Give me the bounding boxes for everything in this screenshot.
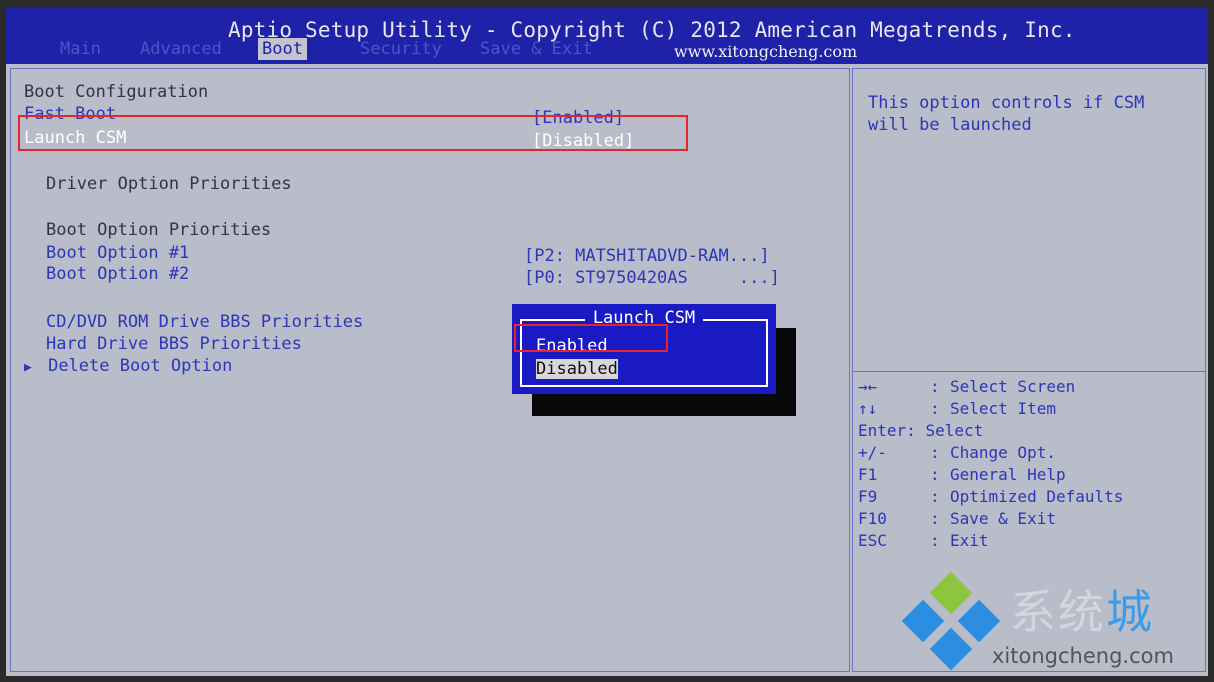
key-row: ESC: Exit bbox=[858, 530, 1123, 552]
help-line-2: will be launched bbox=[868, 115, 1032, 135]
section-boot-option-priorities: Boot Option Priorities bbox=[46, 220, 272, 240]
key-separator: : bbox=[930, 399, 940, 418]
watermark-url: xitongcheng.com bbox=[992, 644, 1174, 668]
launch-csm-value[interactable]: [Disabled] bbox=[532, 131, 634, 151]
watermark-chinese-gray: 系统 bbox=[1010, 585, 1106, 639]
key-row: +/-: Change Opt. bbox=[858, 442, 1123, 464]
logo-diamond-blue-left bbox=[901, 599, 945, 643]
watermark-url-top: www.xitongcheng.com bbox=[674, 42, 858, 61]
boot-option-2-label[interactable]: Boot Option #2 bbox=[46, 264, 189, 284]
popup-option-disabled[interactable]: Disabled bbox=[536, 359, 618, 379]
watermark-chinese-blue: 城 bbox=[1106, 585, 1154, 639]
cd-dvd-bbs-priorities[interactable]: CD/DVD ROM Drive BBS Priorities bbox=[46, 312, 363, 332]
help-description: This option controls if CSM will be laun… bbox=[868, 92, 1144, 136]
tab-main[interactable]: Main bbox=[56, 38, 105, 60]
boot-option-2-value[interactable]: [P0: ST9750420AS ...] bbox=[524, 268, 780, 288]
key-row: F10: Save & Exit bbox=[858, 508, 1123, 530]
key-desc: Select bbox=[925, 421, 984, 440]
help-divider bbox=[853, 371, 1205, 372]
key-label: ESC bbox=[858, 531, 887, 550]
key-separator: : bbox=[906, 421, 926, 440]
tab-advanced[interactable]: Advanced bbox=[136, 38, 226, 60]
key-label: +/- bbox=[858, 443, 887, 462]
watermark-chinese: 系统城 bbox=[1010, 576, 1154, 642]
key-separator: : bbox=[930, 487, 940, 506]
key-label: F1 bbox=[858, 465, 878, 484]
key-row: Enter: Select bbox=[858, 420, 1123, 442]
delete-boot-option-label: Delete Boot Option bbox=[48, 356, 233, 376]
watermark-logo: 系统城 xitongcheng.com bbox=[896, 566, 1206, 676]
key-row: F1: General Help bbox=[858, 464, 1123, 486]
key-label: F10 bbox=[858, 509, 887, 528]
tab-security[interactable]: Security bbox=[356, 38, 446, 60]
logo-diamond-blue-right bbox=[957, 599, 1001, 643]
logo-diamond-green bbox=[929, 571, 973, 615]
key-legend: →←: Select Screen ↑↓: Select Item Enter: S… bbox=[858, 376, 1123, 552]
key-label: ↑↓ bbox=[858, 399, 878, 418]
key-separator: : bbox=[930, 377, 940, 396]
key-separator: : bbox=[930, 443, 940, 462]
key-desc: Save & Exit bbox=[950, 509, 1056, 528]
key-separator: : bbox=[930, 509, 940, 528]
tab-save-exit[interactable]: Save & Exit bbox=[476, 38, 597, 60]
key-desc: Exit bbox=[950, 531, 989, 550]
delete-boot-option-row[interactable]: ▶ Delete Boot Option bbox=[24, 356, 232, 378]
key-desc: Change Opt. bbox=[950, 443, 1056, 462]
key-label: →← bbox=[858, 377, 878, 396]
key-row: F9: Optimized Defaults bbox=[858, 486, 1123, 508]
launch-csm-label[interactable]: Launch CSM bbox=[24, 128, 126, 148]
key-row: ↑↓: Select Item bbox=[858, 398, 1123, 420]
boot-option-1-label[interactable]: Boot Option #1 bbox=[46, 243, 189, 263]
enabled-option-highlight bbox=[514, 324, 668, 352]
key-desc: Select Item bbox=[950, 399, 1056, 418]
key-separator: : bbox=[930, 531, 940, 550]
tab-boot[interactable]: Boot bbox=[258, 38, 307, 60]
section-boot-configuration: Boot Configuration bbox=[24, 82, 209, 102]
help-line-1: This option controls if CSM bbox=[868, 93, 1145, 113]
logo-diamond-blue-bottom bbox=[929, 627, 973, 671]
key-desc: General Help bbox=[950, 465, 1066, 484]
boot-option-1-value[interactable]: [P2: MATSHITADVD-RAM...] bbox=[524, 246, 770, 266]
key-label: Enter bbox=[858, 421, 907, 440]
key-desc: Select Screen bbox=[950, 377, 1076, 396]
key-row: →←: Select Screen bbox=[858, 376, 1123, 398]
submenu-arrow-icon: ▶ bbox=[24, 360, 32, 375]
hard-drive-bbs-priorities[interactable]: Hard Drive BBS Priorities bbox=[46, 334, 302, 354]
key-label: F9 bbox=[858, 487, 878, 506]
key-desc: Optimized Defaults bbox=[950, 487, 1124, 506]
title-bar: Aptio Setup Utility - Copyright (C) 2012… bbox=[6, 8, 1208, 64]
key-separator: : bbox=[930, 465, 940, 484]
driver-option-priorities[interactable]: Driver Option Priorities bbox=[46, 174, 292, 194]
